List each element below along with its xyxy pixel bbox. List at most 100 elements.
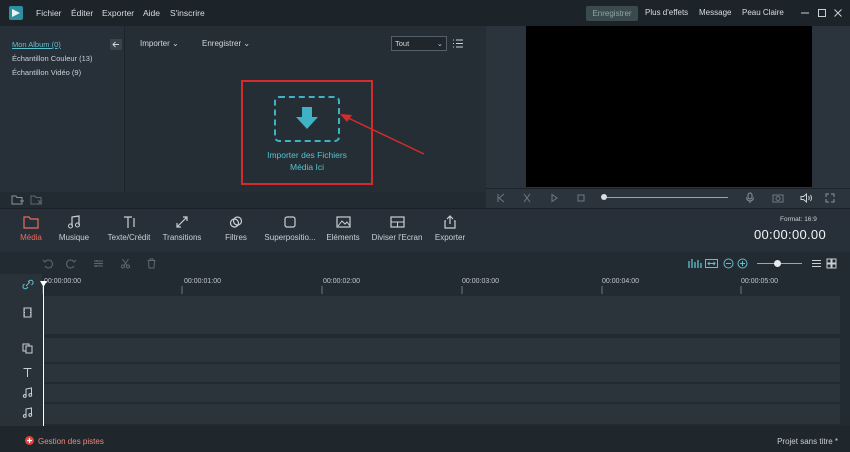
tab-text-credit-label: Texte/Crédit (107, 233, 151, 242)
playback-progress-track[interactable] (603, 197, 728, 198)
music-track-icon (22, 407, 33, 418)
adjust-icon[interactable] (93, 258, 104, 269)
folder-icon (23, 216, 39, 229)
stop-icon[interactable] (576, 193, 586, 203)
ruler-tick-label: 00:00:05:00 (741, 278, 778, 285)
text-icon (124, 216, 135, 228)
playhead[interactable] (43, 283, 44, 426)
audio-track-1[interactable] (43, 384, 840, 402)
ruler-tick-label: 00:00:00:00 (44, 278, 81, 285)
add-folder-icon[interactable] (11, 194, 24, 206)
ruler-tick-label: 00:00:01:00 (184, 278, 221, 285)
tab-filters-label: Filtres (225, 233, 247, 242)
grid-view-icon[interactable] (826, 258, 837, 269)
chevron-down-icon: ⌄ (243, 39, 251, 48)
more-effects-link[interactable]: Plus d'effets (645, 8, 688, 17)
tab-export[interactable]: Exporter (434, 215, 466, 242)
redo-icon[interactable] (66, 258, 77, 269)
audio-track-2[interactable] (43, 404, 840, 424)
play-icon[interactable] (549, 193, 559, 203)
link-icon[interactable] (22, 279, 34, 290)
tab-overlays[interactable]: Superpositio... (263, 215, 317, 242)
add-track-icon[interactable] (25, 436, 34, 445)
video-track[interactable] (43, 296, 840, 334)
split-icon[interactable] (522, 193, 532, 203)
register-button[interactable]: Enregistrer (586, 6, 638, 21)
fullscreen-icon[interactable] (825, 193, 835, 203)
tab-music-label: Musique (58, 233, 90, 242)
playback-progress-handle[interactable] (601, 194, 607, 200)
manage-tracks-link[interactable]: Gestion des pistes (38, 437, 104, 446)
record-dropdown-label: Enregistrer (202, 39, 242, 48)
image-icon (335, 216, 351, 228)
tab-transitions-label: Transitions (162, 233, 202, 242)
aspect-ratio-label: Format: 16:9 (780, 216, 817, 223)
music-track-icon (22, 387, 33, 398)
chevron-down-icon: ⌄ (172, 39, 179, 48)
menu-exporter[interactable]: Exporter (102, 8, 134, 18)
zoom-out-icon[interactable] (723, 258, 734, 269)
menu-lines-icon[interactable] (811, 258, 822, 269)
playhead-marker-icon[interactable] (40, 281, 47, 287)
snapshot-icon[interactable] (772, 193, 784, 203)
record-dropdown[interactable]: Enregistrer ⌄ (202, 39, 250, 48)
tab-elements-label: Eléments (326, 233, 360, 242)
cut-icon[interactable] (120, 258, 131, 269)
minimize-icon[interactable] (799, 7, 811, 19)
download-arrow-icon (296, 107, 318, 129)
album-item-my-album[interactable]: Mon Album (0) (12, 40, 61, 49)
tab-music[interactable]: Musique (57, 215, 91, 242)
undo-icon[interactable] (42, 258, 53, 269)
close-icon[interactable] (832, 7, 844, 19)
audio-mixer-icon[interactable] (688, 258, 702, 269)
microphone-icon[interactable] (745, 192, 755, 204)
tab-export-label: Exporter (434, 233, 466, 242)
zoom-slider-handle[interactable] (774, 260, 781, 267)
text-track[interactable] (43, 364, 840, 382)
menu-editer[interactable]: Éditer (71, 8, 93, 18)
project-name: Projet sans titre * (777, 437, 838, 446)
tab-filters[interactable]: Filtres (223, 215, 249, 242)
maximize-icon[interactable] (816, 7, 828, 19)
filter-select-value: Tout (395, 39, 410, 48)
album-panel (0, 26, 124, 196)
timecode-display: 00:00:00.00 (754, 227, 826, 242)
zoom-in-icon[interactable] (737, 258, 748, 269)
prev-frame-icon[interactable] (496, 193, 506, 203)
playback-controls (486, 188, 850, 208)
menu-aide[interactable]: Aide (143, 8, 160, 18)
album-item-color-sample[interactable]: Échantillon Couleur (13) (12, 54, 92, 63)
skin-link[interactable]: Peau Claire (742, 8, 784, 17)
tab-media[interactable]: Média (18, 215, 44, 242)
track-headers (0, 274, 42, 426)
menu-fichier[interactable]: Fichier (36, 8, 62, 18)
collapse-panel-icon[interactable] (110, 39, 122, 50)
title-bar: Fichier Éditer Exporter Aide S'inscrire … (0, 0, 850, 26)
volume-icon[interactable] (800, 193, 813, 203)
list-view-icon[interactable] (452, 38, 464, 49)
menu-sinscrire[interactable]: S'inscrire (170, 8, 205, 18)
tab-split-screen[interactable]: Diviser l'Ecran (371, 215, 423, 242)
tab-split-screen-label: Diviser l'Ecran (371, 233, 423, 242)
fit-timeline-icon[interactable] (705, 258, 718, 269)
message-link[interactable]: Message (699, 8, 731, 17)
remove-folder-icon[interactable] (30, 194, 43, 206)
ruler-ticks (42, 286, 742, 294)
tab-elements[interactable]: Eléments (326, 215, 360, 242)
delete-icon[interactable] (146, 258, 157, 269)
chevron-down-icon: ⌄ (436, 39, 443, 48)
split-screen-icon (389, 216, 405, 228)
overlay-track[interactable] (43, 338, 840, 362)
library-footer (0, 192, 486, 208)
album-item-video-sample[interactable]: Échantillon Vidéo (9) (12, 68, 81, 77)
tab-transitions[interactable]: Transitions (162, 215, 202, 242)
app-logo-icon (9, 6, 23, 20)
timeline-ruler[interactable] (42, 274, 850, 294)
ruler-tick-label: 00:00:03:00 (462, 278, 499, 285)
import-dropdown[interactable]: Importer ⌄ (140, 39, 179, 48)
music-note-icon (68, 215, 80, 229)
overlay-icon (284, 216, 296, 228)
preview-screen (526, 26, 812, 187)
filter-select[interactable]: Tout ⌄ (391, 36, 447, 51)
tab-text-credit[interactable]: Texte/Crédit (106, 215, 152, 242)
